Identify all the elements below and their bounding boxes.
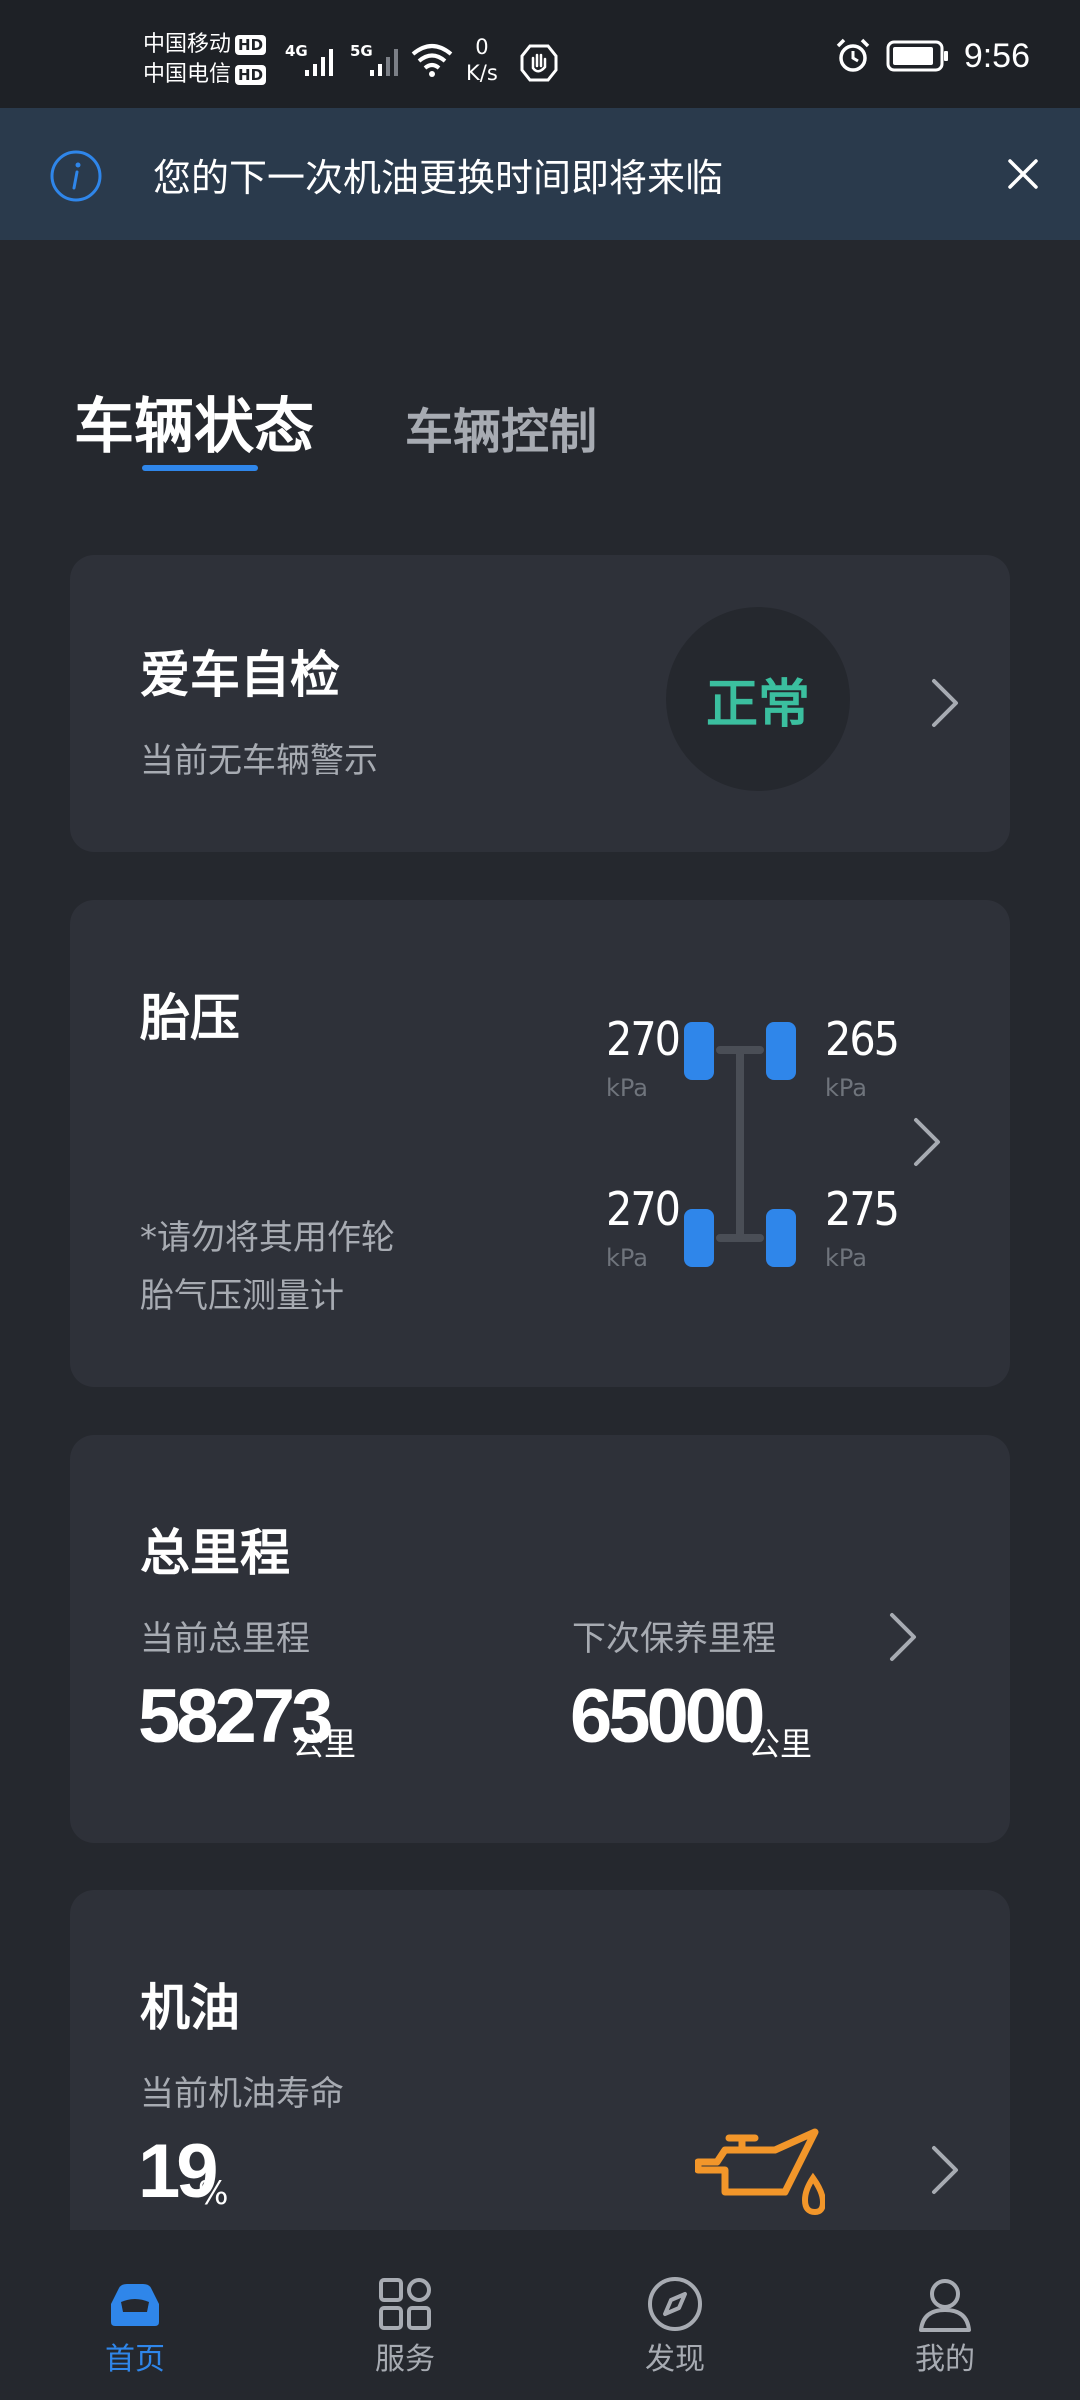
tire-pressure-title: 胎压 [140,989,240,1047]
current-mileage-label: 当前总里程 [140,1619,310,1659]
mileage-unit: 公里 [292,1725,357,1763]
mileage-unit: 公里 [748,1725,813,1763]
user-profile-icon [919,2279,971,2332]
nav-service-label: 服务 [375,2342,435,2377]
network-speed: 0 K/s [466,34,498,86]
status-text: 正常 [705,674,810,735]
tire-note-line-2: 胎气压测量计 [140,1276,344,1316]
tire-rear-right [766,1209,796,1267]
hd-badge: HD [235,65,267,85]
carrier-info: 中国移动 HD 中国电信 HD [143,30,267,90]
nav-home[interactable]: 首页 [0,2230,270,2400]
active-tab-indicator [142,465,258,471]
oil-change-banner[interactable]: 您的下一次机油更换时间即将来临 [0,108,1080,240]
tire-note-line-1: *请勿将其用作轮 [140,1218,395,1258]
self-check-subtitle: 当前无车辆警示 [140,741,378,781]
pressure-unit: kPa [606,1074,648,1102]
battery-icon [886,40,948,72]
next-service-value: 65000 [570,1674,765,1759]
tire-rear-left [684,1209,714,1267]
alarm-icon [836,38,870,72]
oil-life-unit: % [198,2174,229,2212]
tire-front-right [766,1022,796,1080]
speed-unit: K/s [466,61,498,85]
chevron-right-icon[interactable] [930,677,960,729]
pressure-unit: kPa [825,1244,867,1272]
tire-pressure-card[interactable]: 胎压 *请勿将其用作轮 胎气压测量计 270 kPa 265 kPa 270 k… [70,900,1010,1387]
mileage-title: 总里程 [140,1524,290,1582]
signal-icon [370,49,398,76]
info-icon [50,150,102,202]
speed-value: 0 [475,35,489,59]
rear-left-pressure: 270 [606,1182,681,1236]
nav-discover[interactable]: 发现 [540,2230,810,2400]
car-home-icon [111,2284,159,2326]
car-axle-diagram [684,1022,796,1267]
tire-front-left [684,1022,714,1080]
chevron-right-icon[interactable] [912,1116,942,1168]
chevron-right-icon[interactable] [888,1611,918,1663]
status-circle: 正常 [666,607,850,791]
signal-icon [305,49,333,76]
oil-can-icon [695,2128,825,2216]
rear-right-pressure: 275 [825,1182,900,1236]
grid-apps-icon [379,2278,431,2330]
pressure-unit: kPa [606,1244,648,1272]
front-right-pressure: 265 [825,1012,900,1066]
compass-icon [648,2277,702,2331]
wifi-icon [411,44,453,77]
nav-mine-label: 我的 [915,2342,975,2377]
clock-time: 9:56 [963,36,1030,75]
hand-icon [520,44,558,82]
status-bar: 中国移动 HD 中国电信 HD 4G 5G 0 K/s 9:56 [0,0,1080,108]
next-service-label: 下次保养里程 [572,1619,776,1659]
bottom-navigation: 首页 服务 发现 我的 [0,2230,1080,2400]
nav-discover-label: 发现 [645,2342,705,2377]
chevron-right-icon[interactable] [930,2144,960,2196]
carrier-2-label: 中国电信 [143,62,232,87]
front-left-pressure: 270 [606,1012,681,1066]
pressure-unit: kPa [825,1074,867,1102]
close-icon[interactable] [1007,158,1039,190]
nav-home-label: 首页 [105,2342,165,2377]
hd-badge: HD [235,35,267,55]
banner-message: 您的下一次机油更换时间即将来临 [153,155,724,200]
nav-service[interactable]: 服务 [270,2230,540,2400]
mileage-card[interactable]: 总里程 当前总里程 58273 公里 下次保养里程 65000 公里 [70,1435,1010,1843]
tab-vehicle-status[interactable]: 车辆状态 [74,378,314,465]
oil-life-label: 当前机油寿命 [140,2074,344,2114]
oil-title: 机油 [140,1979,240,2037]
self-check-card[interactable]: 爱车自检 当前无车辆警示 正常 [70,555,1010,852]
self-check-title: 爱车自检 [140,646,340,704]
tab-vehicle-control[interactable]: 车辆控制 [405,392,597,462]
nav-mine[interactable]: 我的 [810,2230,1080,2400]
carrier-1-label: 中国移动 [143,32,232,57]
